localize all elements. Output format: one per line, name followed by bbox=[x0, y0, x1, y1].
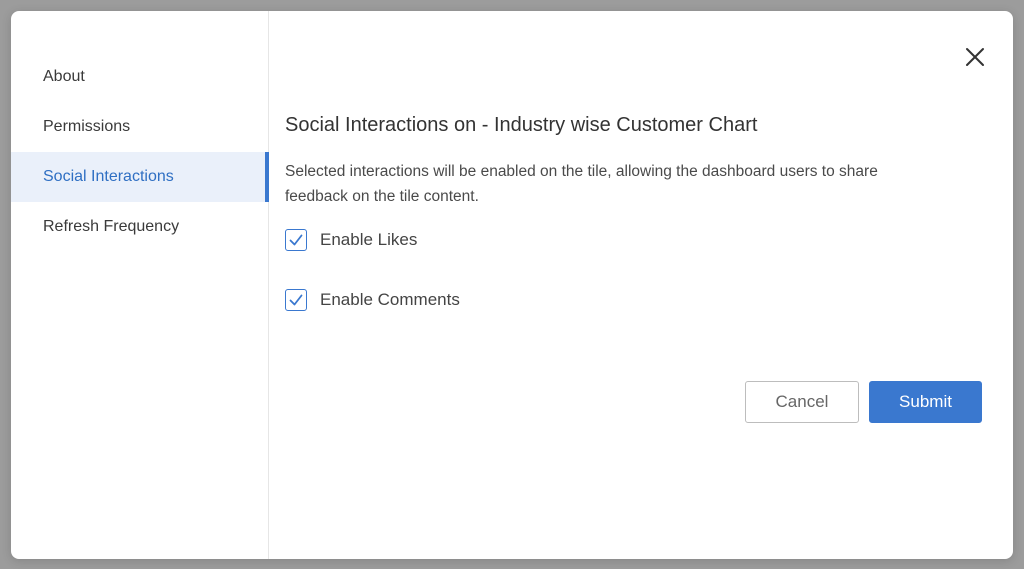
modal-title: Social Interactions on - Industry wise C… bbox=[285, 114, 758, 136]
modal-sidebar: About Permissions Social Interactions Re… bbox=[11, 11, 269, 559]
enable-comments-checkbox[interactable] bbox=[285, 289, 307, 311]
sidebar-item-label: About bbox=[43, 68, 85, 85]
modal-content: Social Interactions on - Industry wise C… bbox=[285, 11, 1013, 559]
sidebar-item-about[interactable]: About bbox=[11, 52, 268, 102]
sidebar-item-refresh-frequency[interactable]: Refresh Frequency bbox=[11, 202, 268, 252]
enable-comments-label: Enable Comments bbox=[320, 290, 460, 309]
enable-likes-label: Enable Likes bbox=[320, 230, 418, 249]
cancel-button[interactable]: Cancel bbox=[745, 381, 859, 423]
sidebar-item-label: Permissions bbox=[43, 118, 131, 135]
sidebar-item-social-interactions[interactable]: Social Interactions bbox=[11, 152, 269, 202]
enable-likes-checkbox[interactable] bbox=[285, 229, 307, 251]
sidebar-item-label: Refresh Frequency bbox=[43, 218, 180, 235]
sidebar-item-label: Social Interactions bbox=[43, 168, 174, 185]
sidebar-item-permissions[interactable]: Permissions bbox=[11, 102, 268, 152]
social-interactions-modal: About Permissions Social Interactions Re… bbox=[11, 11, 1013, 559]
modal-description: Selected interactions will be enabled on… bbox=[285, 163, 878, 205]
enable-comments-option[interactable]: Enable Comments bbox=[285, 289, 460, 311]
enable-likes-option[interactable]: Enable Likes bbox=[285, 229, 417, 251]
checkmark-icon bbox=[289, 294, 303, 306]
checkmark-icon bbox=[289, 234, 303, 246]
submit-button[interactable]: Submit bbox=[869, 381, 982, 423]
